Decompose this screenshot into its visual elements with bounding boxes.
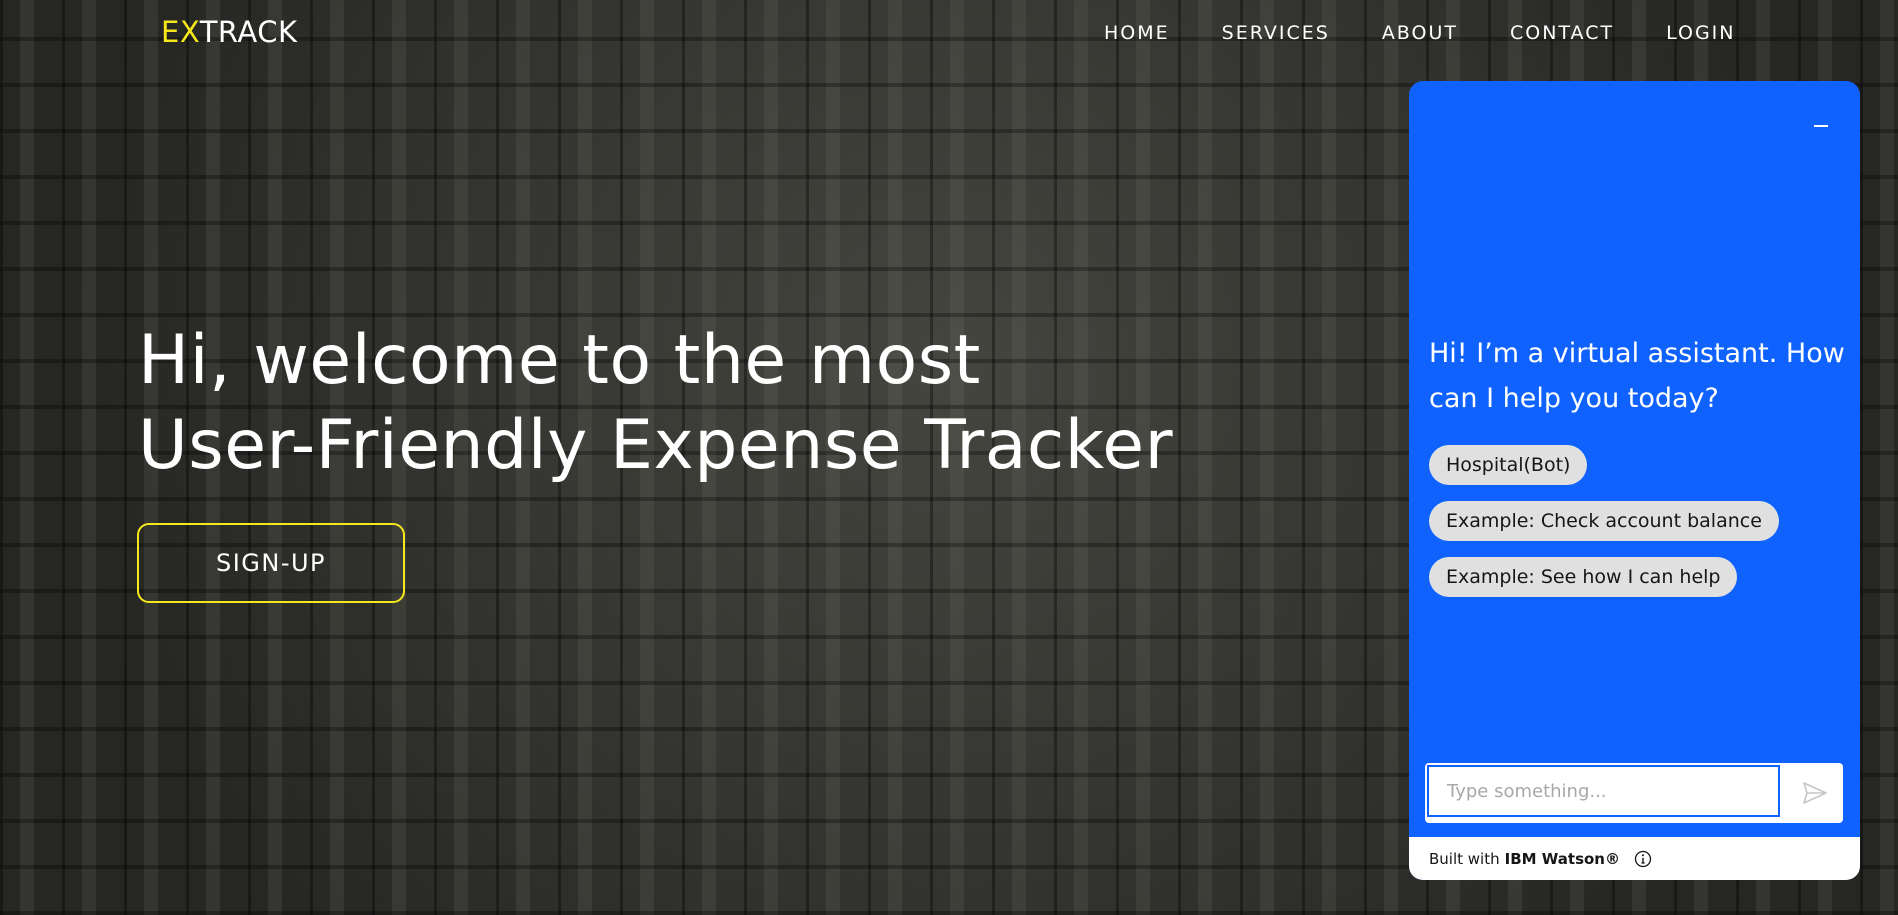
chat-message-input[interactable] <box>1427 765 1780 817</box>
nav-home[interactable]: HOME <box>1104 22 1170 44</box>
suggestion-chip-see-help[interactable]: Example: See how I can help <box>1429 557 1738 597</box>
nav-login[interactable]: LOGIN <box>1666 22 1735 44</box>
logo-rest: TRACK <box>199 15 298 49</box>
chat-input-area <box>1425 763 1843 823</box>
hero-title: Hi, welcome to the most User-Friendly Ex… <box>138 318 1358 488</box>
nav-contact[interactable]: CONTACT <box>1510 22 1614 44</box>
suggestion-chip-hospital[interactable]: Hospital(Bot) <box>1429 445 1588 485</box>
top-navigation: EXTRACK HOME SERVICES ABOUT CONTACT LOGI… <box>0 0 1898 68</box>
hero-title-line2: User-Friendly Expense Tracker <box>138 406 1174 485</box>
chat-greeting: Hi! I’m a virtual assistant. How can I h… <box>1429 338 1845 414</box>
site-logo[interactable]: EXTRACK <box>161 15 297 49</box>
hero-title-line1: Hi, welcome to the most <box>138 321 981 400</box>
chat-widget: Hi! I’m a virtual assistant. How can I h… <box>1409 81 1860 880</box>
nav-about[interactable]: ABOUT <box>1382 22 1458 44</box>
logo-accent: EX <box>161 15 200 49</box>
info-icon[interactable] <box>1634 850 1652 868</box>
nav-menu: HOME SERVICES ABOUT CONTACT LOGIN <box>1104 22 1788 44</box>
minimize-icon[interactable] <box>1812 117 1830 135</box>
suggestion-list: Hospital(Bot) Example: Check account bal… <box>1429 445 1779 613</box>
nav-services[interactable]: SERVICES <box>1222 22 1330 44</box>
send-icon[interactable] <box>1801 779 1829 807</box>
signup-button[interactable]: SIGN-UP <box>137 523 405 603</box>
suggestion-chip-account-balance[interactable]: Example: Check account balance <box>1429 501 1779 541</box>
footer-brand: IBM Watson® <box>1504 849 1620 868</box>
footer-prefix: Built with <box>1429 849 1500 868</box>
chat-footer: Built with IBM Watson® <box>1409 837 1860 880</box>
